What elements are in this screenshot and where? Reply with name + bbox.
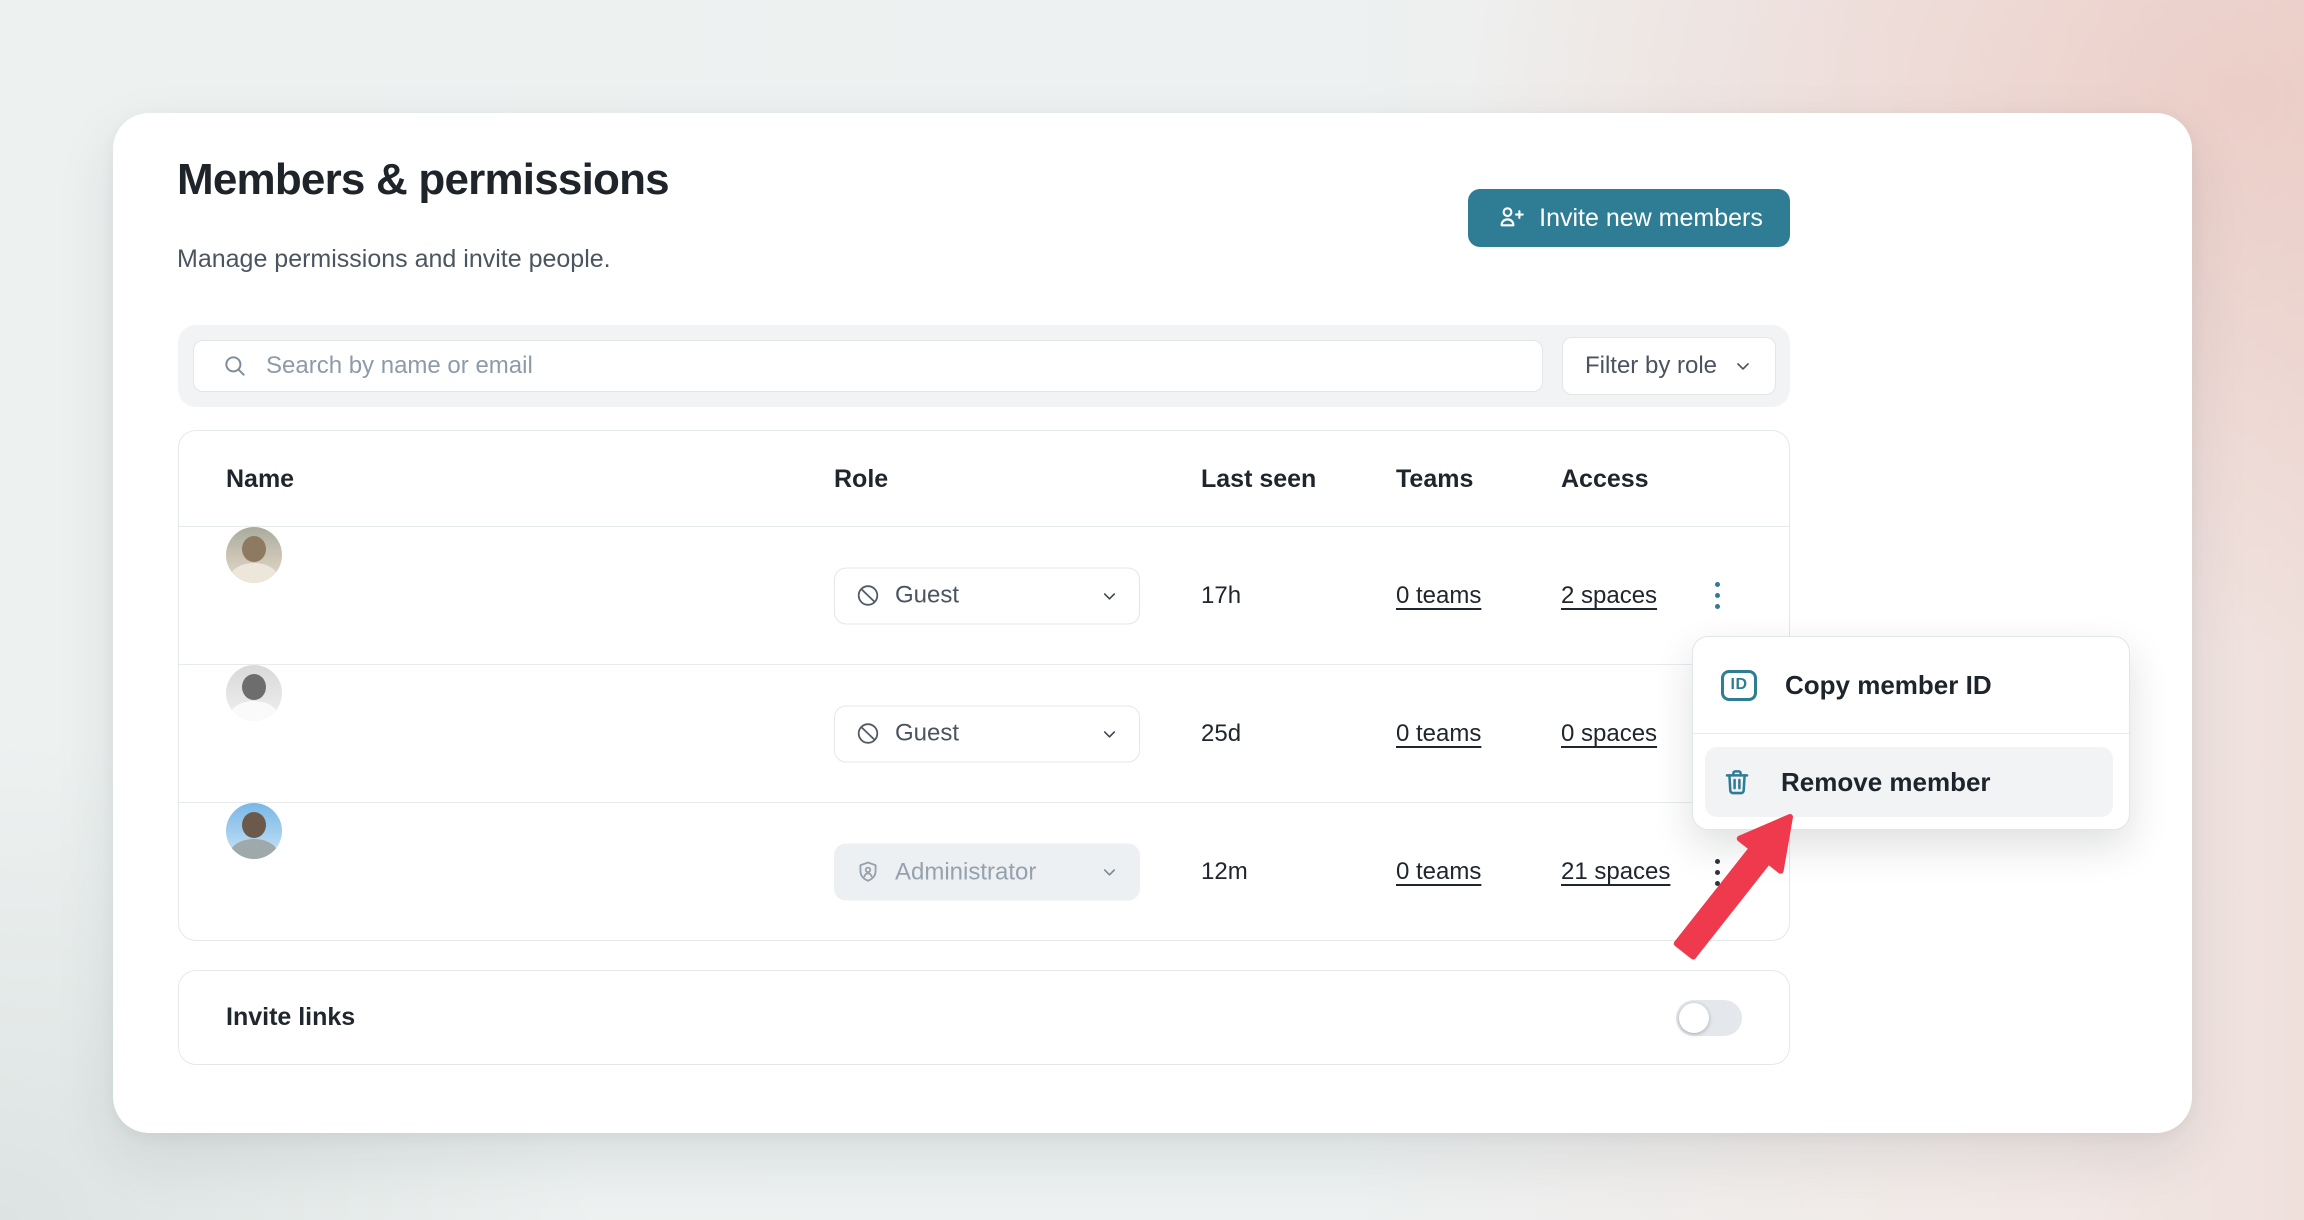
role-dropdown-disabled: Administrator	[834, 844, 1140, 901]
column-header-role: Role	[834, 465, 888, 494]
menu-item-label: Remove member	[1781, 767, 1991, 798]
spaces-link[interactable]: 2 spaces	[1561, 582, 1657, 610]
spaces-link[interactable]: 0 spaces	[1561, 720, 1657, 748]
teams-link[interactable]: 0 teams	[1396, 720, 1481, 748]
chevron-down-icon	[1100, 724, 1119, 743]
column-header-last-seen: Last seen	[1201, 465, 1316, 494]
role-dropdown[interactable]: Guest	[834, 705, 1140, 762]
invite-button-label: Invite new members	[1539, 204, 1763, 233]
role-value: Guest	[895, 582, 959, 610]
role-value: Administrator	[895, 858, 1036, 886]
chevron-down-icon	[1100, 863, 1119, 882]
member-avatar	[226, 665, 282, 721]
members-permissions-page: { "header": { "title": "Members & permis…	[0, 0, 2304, 1220]
last-seen-value: 25d	[1201, 720, 1241, 748]
no-entry-icon	[855, 721, 881, 747]
user-plus-icon	[1495, 203, 1525, 233]
invite-links-bar: Invite links	[178, 970, 1790, 1065]
menu-item-label: Copy member ID	[1785, 670, 1992, 701]
kebab-menu-icon[interactable]	[1697, 572, 1737, 620]
filter-by-role-dropdown[interactable]: Filter by role	[1562, 337, 1776, 395]
trash-icon	[1721, 766, 1753, 798]
member-avatar	[226, 527, 282, 583]
last-seen-value: 17h	[1201, 582, 1241, 610]
shield-user-icon	[855, 859, 881, 885]
copy-member-id-menu-item[interactable]: ID Copy member ID	[1693, 637, 2129, 734]
member-row: Guest 25d 0 teams 0 spaces	[179, 665, 1789, 803]
last-seen-value: 12m	[1201, 858, 1248, 886]
column-header-name: Name	[226, 465, 294, 494]
page-title: Members & permissions	[177, 155, 669, 205]
teams-link[interactable]: 0 teams	[1396, 858, 1481, 886]
settings-card: Members & permissions Manage permissions…	[113, 113, 2192, 1133]
page-subtitle: Manage permissions and invite people.	[177, 245, 611, 274]
id-badge-icon: ID	[1721, 670, 1757, 701]
column-header-access: Access	[1561, 465, 1649, 494]
column-header-teams: Teams	[1396, 465, 1473, 494]
invite-links-label: Invite links	[226, 1003, 355, 1032]
member-row: Guest 17h 0 teams 2 spaces	[179, 527, 1789, 665]
search-input[interactable]	[193, 340, 1543, 392]
role-value: Guest	[895, 720, 959, 748]
member-avatar	[226, 803, 282, 859]
chevron-down-icon	[1100, 586, 1119, 605]
invite-links-toggle[interactable]	[1676, 1000, 1742, 1036]
toggle-knob	[1679, 1003, 1709, 1033]
members-table: Name Role Last seen Teams Access Guest 1…	[178, 430, 1790, 941]
red-annotation-arrow	[1650, 795, 1830, 975]
chevron-down-icon	[1733, 356, 1753, 376]
member-row: Administrator 12m 0 teams 21 spaces	[179, 803, 1789, 941]
filter-label: Filter by role	[1585, 352, 1717, 380]
role-dropdown[interactable]: Guest	[834, 567, 1140, 624]
invite-new-members-button[interactable]: Invite new members	[1468, 189, 1790, 247]
table-header-row: Name Role Last seen Teams Access	[179, 431, 1789, 527]
teams-link[interactable]: 0 teams	[1396, 582, 1481, 610]
search-filter-bar: Filter by role	[178, 325, 1790, 407]
no-entry-icon	[855, 583, 881, 609]
